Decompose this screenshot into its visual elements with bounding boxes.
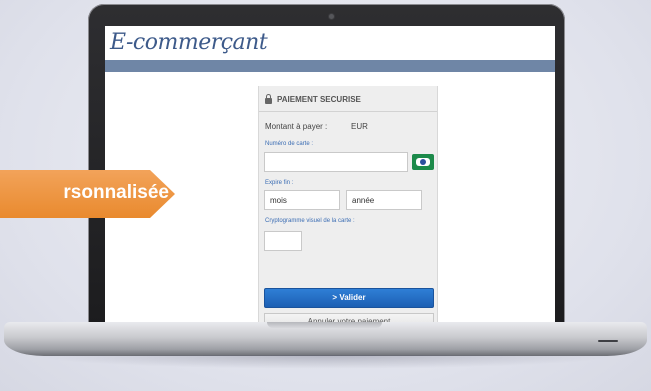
- banner-text: rsonnalisée: [63, 182, 169, 203]
- amount-label: Montant à payer :: [265, 122, 328, 131]
- lock-icon: [265, 94, 272, 104]
- header-bar: [105, 60, 555, 72]
- card-icon: [412, 154, 434, 170]
- card-number-label: Numéro de carte :: [265, 141, 314, 147]
- power-indicator: [598, 340, 618, 342]
- validate-button[interactable]: > Valider: [264, 288, 434, 308]
- cvv-label: Cryptogramme visuel de la carte :: [265, 218, 355, 224]
- expiry-label: Expire fin :: [265, 180, 294, 186]
- panel-title: PAIEMENT SECURISE: [265, 94, 361, 104]
- expiry-month-input[interactable]: mois: [264, 190, 340, 210]
- currency-label: EUR: [351, 122, 368, 131]
- expiry-year-input[interactable]: année: [346, 190, 422, 210]
- payment-panel: PAIEMENT SECURISE Montant à payer : EUR …: [258, 86, 438, 326]
- panel-title-text: PAIEMENT SECURISE: [277, 95, 361, 104]
- orange-banner: rsonnalisée: [0, 170, 175, 218]
- camera-icon: [329, 14, 334, 19]
- site-header: E-commerçant: [105, 26, 555, 60]
- panel-divider: [259, 111, 437, 112]
- laptop-screen: E-commerçant PAIEMENT SECURISE Montant à…: [105, 26, 555, 326]
- laptop-shadow: [30, 355, 620, 369]
- cvv-input[interactable]: [264, 231, 302, 251]
- site-logo[interactable]: E-commerçant: [110, 30, 268, 55]
- laptop-notch: [267, 322, 382, 328]
- card-number-input[interactable]: [264, 152, 408, 172]
